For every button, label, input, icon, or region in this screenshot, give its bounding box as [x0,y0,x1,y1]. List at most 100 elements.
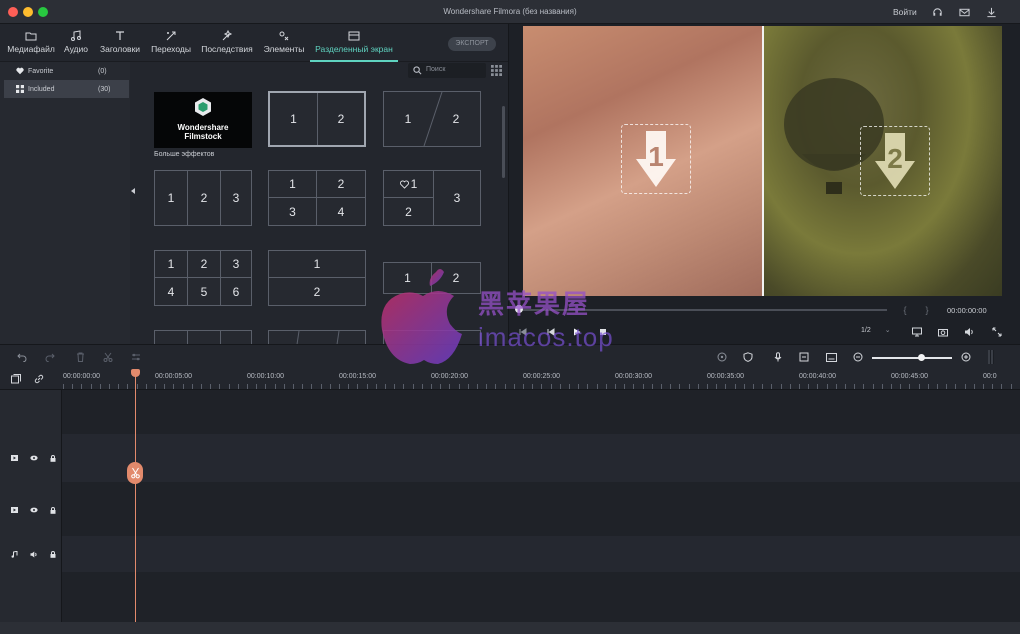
tab-split-screen[interactable]: Разделенный экран [310,29,398,62]
microphone-icon[interactable] [772,351,784,363]
track-lane[interactable] [63,482,1020,536]
track-lane[interactable] [63,572,1020,622]
undo-icon[interactable] [16,351,28,363]
more-effects-link[interactable]: Больше эффектов [154,151,214,158]
voiceover-icon[interactable] [798,351,810,363]
subtitle-icon[interactable] [825,351,837,363]
preset-3-vertical[interactable]: 1 2 3 [154,170,252,226]
download-icon[interactable] [984,5,998,19]
playhead[interactable] [135,374,136,622]
ruler-tick [1001,384,1002,389]
eye-icon[interactable] [30,506,38,514]
monitor-icon[interactable] [911,326,923,338]
zoom-in-icon[interactable] [960,351,972,363]
volume-icon[interactable] [963,326,975,338]
snapshot-icon[interactable] [937,326,949,338]
ruler-tick [689,384,690,389]
preset-2-vertical[interactable]: 1 2 [268,91,366,147]
speaker-icon[interactable] [30,550,38,558]
eye-icon[interactable] [30,454,38,462]
fullscreen-icon[interactable] [991,326,1003,338]
ruler-tick [192,384,193,389]
tab-audio[interactable]: Аудио [60,29,92,61]
preset-6-grid[interactable]: 1 2 3 4 5 6 [154,250,252,306]
export-button[interactable]: ЭКСПОРТ [448,37,496,51]
track-lane[interactable] [63,434,1020,482]
filmstock-promo[interactable]: Wondershare Filmstock [154,92,252,148]
drop-zone-2[interactable]: 2 [860,126,930,196]
preset-2-diagonal[interactable]: 1 2 [383,91,481,147]
ruler-tick [431,384,432,389]
link-icon[interactable] [33,373,45,385]
headset-icon[interactable] [930,5,944,19]
playhead-marker[interactable] [131,369,140,377]
ruler-tick [339,384,340,389]
horizontal-scrollbar[interactable] [0,622,1020,634]
ruler-tick [873,384,874,389]
track-row [0,390,1020,434]
tile-cell: 3 [269,198,317,225]
preview-quality-select[interactable]: 1/2 ⌄ [861,326,891,334]
lock-icon[interactable] [49,550,57,558]
preset-3-heart[interactable]: 1 2 3 [383,170,481,226]
track-header [0,572,62,622]
tab-transitions[interactable]: Переходы [148,29,194,61]
track-lane[interactable] [63,390,1020,434]
redo-icon[interactable] [44,351,56,363]
tab-elements[interactable]: Элементы [260,29,308,61]
ruler-tick [661,384,662,389]
ruler-tick [799,384,800,389]
track-lane[interactable] [63,536,1020,572]
sidebar-item-label: Included [28,85,55,93]
preset-partial-2[interactable] [268,330,366,344]
ruler-tick [229,384,230,389]
timeline-ruler[interactable]: 00:00:00:00 00:00:05:00 00:00:10:00 00:0… [0,368,1020,390]
mark-in-icon[interactable]: { [899,304,911,316]
ruler-label: 00:00:40:00 [799,373,836,380]
mail-icon[interactable] [957,5,971,19]
ruler-tick [81,384,82,389]
sidebar-item-favorite[interactable]: Favorite (0) [4,62,129,80]
delete-icon[interactable] [74,351,86,363]
zoom-slider-knob[interactable] [918,354,925,361]
ruler-tick [863,384,864,389]
zoom-out-icon[interactable] [852,351,864,363]
scissors-icon[interactable] [102,351,114,363]
playhead-scissors-handle[interactable] [127,462,143,484]
ruler-tick [385,384,386,389]
preset-4-grid[interactable]: 1 2 3 4 [268,170,366,226]
zoom-slider[interactable] [872,357,952,359]
ruler-tick [137,384,138,389]
collapse-sidebar-icon[interactable] [131,188,135,194]
ruler-label: 00:0 [983,373,997,380]
adjust-icon[interactable] [130,351,142,363]
lock-icon[interactable] [49,506,57,514]
shield-icon[interactable] [742,351,754,363]
grid-view-icon[interactable] [491,65,503,77]
ruler-tick [486,384,487,389]
tab-label: Элементы [263,44,305,54]
render-icon[interactable] [716,351,728,363]
tile-cell: 1 [155,171,188,225]
preview-clip-1[interactable]: 1 [523,26,762,296]
login-button[interactable]: Войти [893,7,917,17]
ruler-tick [127,384,128,389]
preview-clip-2[interactable]: 2 [764,26,1002,296]
tab-titles[interactable]: Заголовки [96,29,144,61]
sidebar-item-included[interactable]: Included (30) [4,80,129,98]
ruler-tick [983,384,984,389]
lock-icon[interactable] [49,454,57,462]
mark-out-icon[interactable]: } [921,304,933,316]
presets-scrollbar[interactable] [502,106,505,178]
ruler-tick [302,384,303,389]
panel-grip[interactable] [988,350,994,364]
search-input[interactable]: Поиск [408,63,486,78]
drop-zone-1[interactable]: 1 [621,124,691,194]
preset-partial-1[interactable] [154,330,252,344]
tab-effects[interactable]: Последствия [198,29,256,61]
tab-media[interactable]: Медиафайл [6,29,56,61]
add-track-icon[interactable] [10,373,22,385]
preset-2-horizontal[interactable]: 1 2 [268,250,366,306]
ruler-tick [183,384,184,389]
tab-label: Разделенный экран [315,44,393,54]
